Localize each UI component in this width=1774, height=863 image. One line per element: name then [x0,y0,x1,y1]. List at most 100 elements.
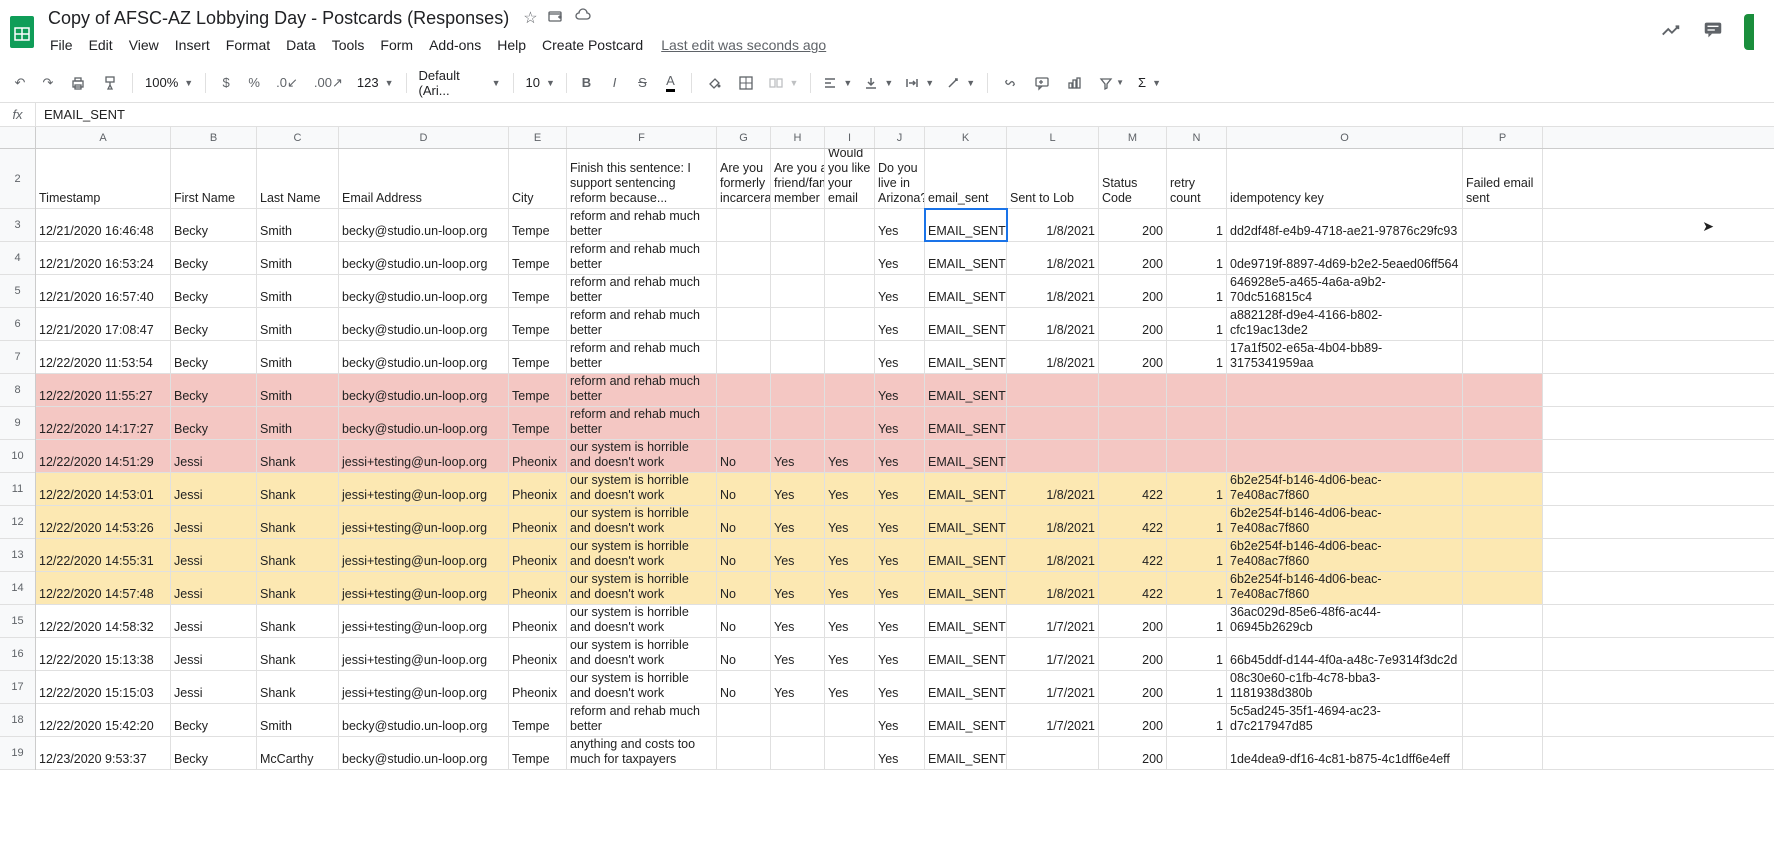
cell[interactable]: becky@studio.un-loop.org [339,704,509,736]
cell[interactable]: Shank [257,605,339,637]
cell[interactable]: 1 [1167,572,1227,604]
zoom-select[interactable]: 100%▼ [141,73,197,92]
cell[interactable]: 200 [1099,638,1167,670]
cell[interactable] [717,341,771,373]
cell[interactable] [771,341,825,373]
grid[interactable]: TimestampFirst NameLast NameEmail Addres… [36,149,1774,863]
number-format-select[interactable]: 123▼ [353,73,398,92]
cell[interactable]: Tempe [509,275,567,307]
header-cell[interactable]: Failed email sent [1463,149,1543,208]
cell[interactable]: EMAIL_SENT [925,275,1007,307]
cell[interactable]: 08c30e60-c1fb-4c78-bba3-1181938d380b [1227,671,1463,703]
header-cell[interactable]: City [509,149,567,208]
cell[interactable] [717,242,771,274]
cell[interactable]: 1/8/2021 [1007,572,1099,604]
cell[interactable]: Tempe [509,242,567,274]
cell[interactable]: 12/22/2020 15:13:38 [36,638,171,670]
row-header-18[interactable]: 18 [0,704,35,737]
cell[interactable]: Smith [257,704,339,736]
cell[interactable]: 200 [1099,242,1167,274]
cell[interactable]: Becky [171,209,257,241]
col-header-I[interactable]: I [825,127,875,148]
col-header-F[interactable]: F [567,127,717,148]
cell[interactable]: our system is horrible and doesn't work [567,539,717,571]
cell[interactable] [717,209,771,241]
cell[interactable] [1463,572,1543,604]
cell[interactable]: EMAIL_SENT [925,506,1007,538]
cell[interactable]: Yes [825,671,875,703]
cell[interactable]: Smith [257,242,339,274]
cell[interactable]: 12/23/2020 9:53:37 [36,737,171,769]
menu-format[interactable]: Format [220,33,276,57]
cell[interactable]: Jessi [171,671,257,703]
cell[interactable]: No [717,671,771,703]
cell[interactable]: EMAIL_SENT [925,473,1007,505]
cell[interactable]: 1/7/2021 [1007,605,1099,637]
undo-button[interactable]: ↶ [8,70,32,96]
cell[interactable]: our system is horrible and doesn't work [567,605,717,637]
merge-button[interactable]: ▼ [764,73,803,93]
cell[interactable] [717,737,771,769]
col-header-J[interactable]: J [875,127,925,148]
fill-color-button[interactable] [700,70,728,96]
cell[interactable]: No [717,440,771,472]
cell[interactable]: Yes [875,440,925,472]
cell[interactable]: becky@studio.un-loop.org [339,275,509,307]
cell[interactable]: Pheonix [509,638,567,670]
cell[interactable]: 12/22/2020 14:51:29 [36,440,171,472]
cell[interactable]: EMAIL_SENT [925,242,1007,274]
cell[interactable]: 6b2e254f-b146-4d06-beac-7e408ac7f860 [1227,473,1463,505]
functions-button[interactable]: Σ▼ [1134,73,1165,92]
cell[interactable]: Yes [825,506,875,538]
cell[interactable]: 12/22/2020 14:17:27 [36,407,171,439]
row-header-3[interactable]: 3 [0,209,35,242]
cell[interactable]: EMAIL_SENT [925,407,1007,439]
cell[interactable]: Yes [875,638,925,670]
cell[interactable]: Becky [171,242,257,274]
cell[interactable]: 1/8/2021 [1007,539,1099,571]
cell[interactable] [1167,440,1227,472]
cell[interactable]: becky@studio.un-loop.org [339,308,509,340]
cell[interactable] [1463,671,1543,703]
italic-button[interactable]: I [603,70,627,96]
formula-input[interactable]: EMAIL_SENT [36,105,1774,124]
cell[interactable]: Becky [171,704,257,736]
cell[interactable]: jessi+testing@un-loop.org [339,671,509,703]
cell[interactable]: Jessi [171,638,257,670]
cell[interactable]: 1 [1167,539,1227,571]
cell[interactable] [1463,209,1543,241]
cell[interactable] [1463,374,1543,406]
cell[interactable] [1463,341,1543,373]
cell[interactable] [1463,539,1543,571]
cell[interactable] [1463,605,1543,637]
row-header-4[interactable]: 4 [0,242,35,275]
cell[interactable] [825,374,875,406]
header-cell[interactable]: retry count [1167,149,1227,208]
cell[interactable]: Yes [875,407,925,439]
cell[interactable]: Yes [771,539,825,571]
cell[interactable]: EMAIL_SENT [925,572,1007,604]
cell[interactable]: EMAIL_SENT [925,737,1007,769]
cell[interactable]: jessi+testing@un-loop.org [339,506,509,538]
cell[interactable]: jessi+testing@un-loop.org [339,539,509,571]
cell[interactable]: Becky [171,308,257,340]
cell[interactable]: jessi+testing@un-loop.org [339,638,509,670]
cell[interactable]: 1de4dea9-df16-4c81-b875-4c1dff6e4eff [1227,737,1463,769]
cell[interactable]: 1/8/2021 [1007,341,1099,373]
cell[interactable] [717,407,771,439]
currency-button[interactable]: $ [214,70,238,96]
cell[interactable] [1227,407,1463,439]
cell[interactable]: 200 [1099,275,1167,307]
cell[interactable] [717,275,771,307]
cell[interactable]: 6b2e254f-b146-4d06-beac-7e408ac7f860 [1227,539,1463,571]
cell[interactable]: Yes [875,341,925,373]
cell[interactable]: Yes [875,704,925,736]
header-cell[interactable]: Email Address [339,149,509,208]
cell[interactable]: Pheonix [509,605,567,637]
cell[interactable]: 1 [1167,605,1227,637]
cell[interactable] [1007,737,1099,769]
header-cell[interactable]: idempotency key [1227,149,1463,208]
header-cell[interactable]: First Name [171,149,257,208]
menu-edit[interactable]: Edit [83,33,119,57]
cell[interactable]: reform and rehab much better [567,341,717,373]
